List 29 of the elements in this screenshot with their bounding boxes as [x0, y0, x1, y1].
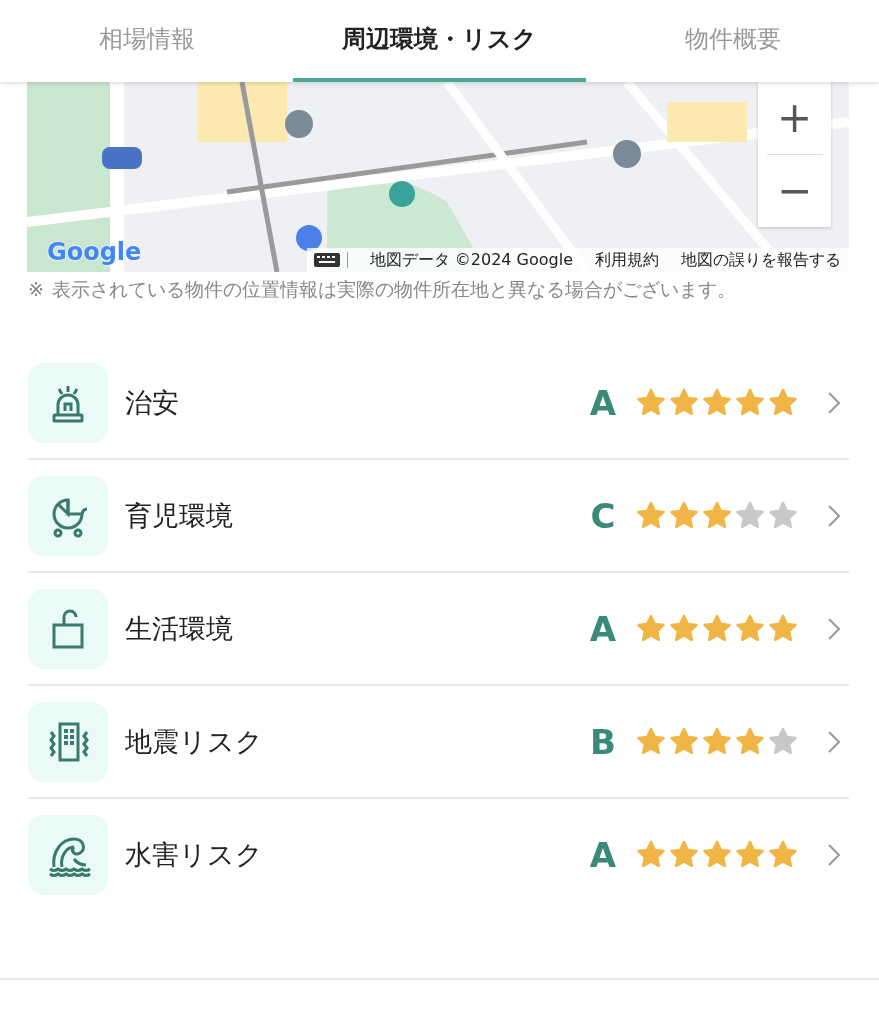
rating-row[interactable]: 水害リスク A: [28, 799, 849, 910]
rating-grade: A: [588, 608, 618, 649]
zoom-out-button[interactable]: −: [758, 155, 831, 227]
disclaimer-text: 表示されている物件の位置情報は実際の物件所在地と異なる場合がございます。: [51, 277, 737, 302]
rating-row[interactable]: 育児環境 C: [28, 460, 849, 573]
map-logo: Google: [47, 238, 142, 266]
rating-label: 地震リスク: [125, 724, 264, 759]
zoom-in-button[interactable]: +: [758, 82, 831, 154]
chevron-icon: [827, 390, 841, 415]
attribution-text: 地図データ ©2024 Google: [369, 249, 573, 271]
keyboard-icon: [312, 252, 341, 268]
rating-label: 水害リスク: [125, 837, 264, 872]
map-link[interactable]: 利用規約: [595, 249, 659, 271]
rating-row[interactable]: 地震リスク B: [28, 686, 849, 799]
rating-grade: A: [588, 834, 618, 875]
map-link[interactable]: 地図の誤りを報告する: [681, 249, 841, 271]
rating-grade: B: [589, 721, 617, 762]
rating-grade: A: [588, 382, 618, 423]
rating-label: 育児環境: [125, 498, 234, 533]
rating-grade: C: [589, 495, 617, 536]
rating-row[interactable]: 生活環境 A: [28, 573, 849, 686]
note-mark: ※: [28, 277, 44, 302]
rating-label: 生活環境: [125, 611, 234, 646]
rating-row[interactable]: 治安 A: [28, 347, 849, 460]
rating-label: 治安: [125, 385, 180, 420]
chevron-icon: [827, 503, 841, 528]
chevron-icon: [827, 729, 841, 754]
chevron-icon: [827, 842, 841, 867]
chevron-icon: [827, 616, 841, 641]
